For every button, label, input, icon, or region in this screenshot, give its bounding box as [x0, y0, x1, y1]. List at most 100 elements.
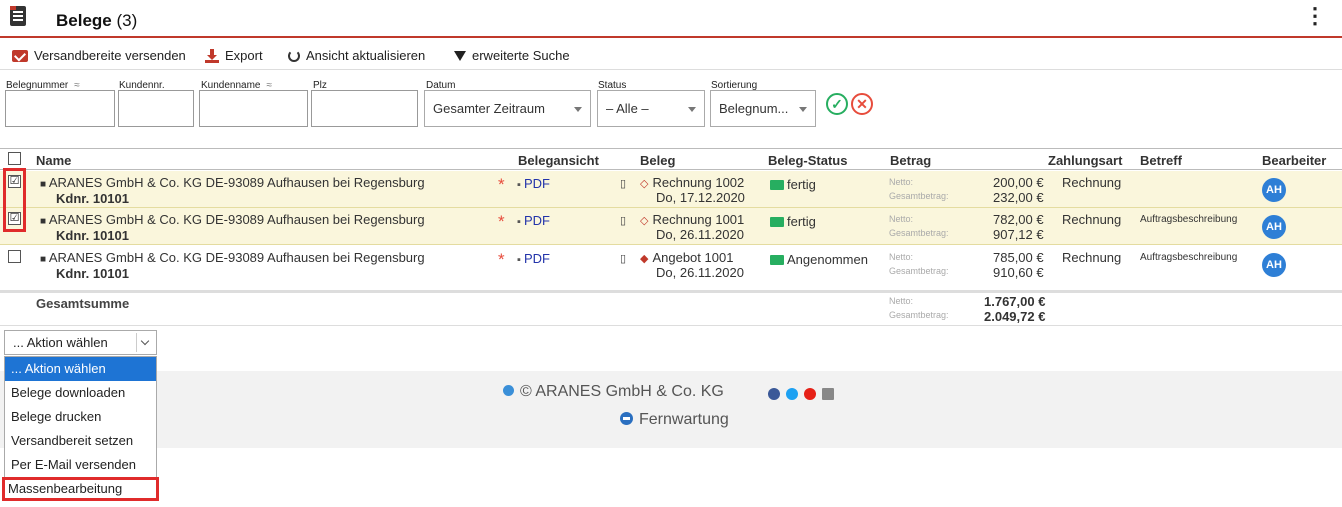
netto-label: Netto:	[889, 177, 914, 187]
belegnummer-input[interactable]	[5, 90, 115, 127]
beleg-link[interactable]: ◇ Rechnung 1002	[640, 175, 744, 190]
beleg-date: Do, 26.11.2020	[656, 265, 744, 280]
facebook-icon[interactable]	[768, 388, 780, 400]
twitter-icon[interactable]	[786, 388, 798, 400]
col-betreff[interactable]: Betreff	[1140, 153, 1182, 168]
status-select[interactable]: – Alle –	[597, 90, 705, 127]
pdf-link[interactable]: PDF	[517, 213, 550, 228]
gesamt-value: 910,60 €	[993, 265, 1044, 280]
sort-select[interactable]: Belegnum...	[710, 90, 816, 127]
footer: © ARANES GmbH & Co. KG Fernwartung	[0, 371, 1342, 448]
payment-type: Rechnung	[1062, 175, 1122, 190]
filter-bar: Belegnummer ≈ Kundennr. Kundenname ≈ Plz D…	[0, 76, 1342, 140]
envelope-icon	[12, 49, 28, 62]
folder-icon	[770, 255, 784, 265]
book-icon[interactable]: ▯	[620, 177, 626, 190]
avatar[interactable]: AH	[1262, 215, 1286, 239]
gesamt-label: Gesamtbetrag:	[889, 266, 949, 276]
total-row: Gesamtsumme Netto: Gesamtbetrag: 1.767,0…	[0, 290, 1342, 326]
copyright: © ARANES GmbH & Co. KG	[503, 383, 724, 401]
action-menu: ... Aktion wählen Belege downloaden Bele…	[2, 356, 159, 501]
customer-name[interactable]: ARANES GmbH & Co. KG DE-93089 Aufhausen …	[40, 175, 425, 190]
datum-select[interactable]: Gesamter Zeitraum	[424, 90, 591, 127]
document-icon	[10, 6, 26, 26]
reset-filter-icon[interactable]: ✕	[851, 93, 873, 115]
gesamt-value: 232,00 €	[993, 190, 1044, 205]
avatar[interactable]: AH	[1262, 178, 1286, 202]
status-value: Angenommen	[770, 252, 880, 268]
folder-icon	[770, 180, 784, 190]
folder-icon	[770, 217, 784, 227]
kundennr-input[interactable]	[118, 90, 194, 127]
download-icon	[205, 48, 219, 63]
subject: Auftragsbeschreibung	[1140, 252, 1238, 263]
advanced-search-button[interactable]: erweiterte Suche	[454, 48, 570, 63]
youtube-icon[interactable]	[804, 388, 816, 400]
plz-input[interactable]	[311, 90, 418, 127]
col-zahlungsart[interactable]: Zahlungsart	[1048, 153, 1122, 168]
page-title: Belege (3)	[56, 11, 138, 30]
export-button[interactable]: Export	[205, 48, 263, 63]
gesamt-label: Gesamtbetrag:	[889, 310, 949, 320]
send-ready-button[interactable]: Versandbereite versenden	[12, 48, 186, 63]
gesamt-label: Gesamtbetrag:	[889, 191, 949, 201]
star-icon[interactable]: *	[498, 250, 505, 270]
select-all-checkbox[interactable]	[8, 152, 21, 165]
customer-name[interactable]: ARANES GmbH & Co. KG DE-93089 Aufhausen …	[40, 212, 425, 227]
menu-item-download[interactable]: Belege downloaden	[5, 381, 156, 405]
payment-type: Rechnung	[1062, 250, 1122, 265]
col-bearbeiter[interactable]: Bearbeiter	[1262, 153, 1326, 168]
menu-item-ready[interactable]: Versandbereit setzen	[5, 429, 156, 453]
beleg-link[interactable]: ◆ Angebot 1001	[640, 250, 733, 265]
col-belegansicht[interactable]: Belegansicht	[518, 153, 599, 168]
netto-value: 785,00 €	[993, 250, 1044, 265]
customer-name[interactable]: ARANES GmbH & Co. KG DE-93089 Aufhausen …	[40, 250, 425, 265]
filter-icon	[454, 50, 466, 61]
more-options-icon[interactable]: ⋮	[1304, 5, 1326, 27]
payment-type: Rechnung	[1062, 212, 1122, 227]
table-row[interactable]: ARANES GmbH & Co. KG DE-93089 Aufhausen …	[0, 246, 1342, 283]
page-header: Belege (3) ⋮	[0, 0, 1342, 38]
status-value: fertig	[770, 214, 880, 230]
menu-item-choose[interactable]: ... Aktion wählen	[5, 357, 156, 381]
star-icon[interactable]: *	[498, 175, 505, 195]
selection-highlight-box	[3, 168, 26, 232]
total-netto: 1.767,00 €	[984, 294, 1046, 309]
col-betrag[interactable]: Betrag	[890, 153, 931, 168]
customer-number: Kdnr. 10101	[56, 266, 129, 281]
star-icon[interactable]: *	[498, 212, 505, 232]
beleg-link[interactable]: ◇ Rechnung 1001	[640, 212, 744, 227]
beleg-date: Do, 17.12.2020	[656, 190, 745, 205]
menu-item-email[interactable]: Per E-Mail versenden	[5, 453, 156, 477]
netto-value: 782,00 €	[993, 212, 1044, 227]
tag-icon: ◇	[640, 215, 649, 227]
table-row[interactable]: ☑ ARANES GmbH & Co. KG DE-93089 Aufhause…	[0, 208, 1342, 245]
rss-icon[interactable]	[822, 388, 834, 400]
netto-label: Netto:	[889, 214, 914, 224]
remote-icon	[620, 412, 633, 425]
remote-support-link[interactable]: Fernwartung	[620, 411, 729, 429]
apply-filter-icon[interactable]: ✓	[826, 93, 848, 115]
action-select[interactable]: ... Aktion wählen	[4, 330, 157, 355]
tag-icon: ◇	[640, 178, 649, 190]
book-icon[interactable]: ▯	[620, 252, 626, 265]
beleg-date: Do, 26.11.2020	[656, 227, 744, 242]
netto-value: 200,00 €	[993, 175, 1044, 190]
book-icon[interactable]: ▯	[620, 214, 626, 227]
menu-item-bulk-edit[interactable]: Massenbearbeitung	[2, 477, 159, 501]
refresh-button[interactable]: Ansicht aktualisieren	[288, 48, 425, 63]
table-row[interactable]: ☑ ARANES GmbH & Co. KG DE-93089 Aufhause…	[0, 171, 1342, 208]
pdf-link[interactable]: PDF	[517, 176, 550, 191]
avatar[interactable]: AH	[1262, 253, 1286, 277]
row-checkbox[interactable]	[8, 250, 21, 263]
status-value: fertig	[770, 177, 880, 193]
col-status[interactable]: Beleg-Status	[768, 153, 847, 168]
table-header: Name Belegansicht Beleg Beleg-Status Bet…	[0, 148, 1342, 170]
chevron-down-icon	[136, 333, 154, 352]
col-name[interactable]: Name	[36, 153, 71, 168]
menu-item-print[interactable]: Belege drucken	[5, 405, 156, 429]
tag-icon: ◆	[640, 253, 649, 265]
col-beleg[interactable]: Beleg	[640, 153, 675, 168]
kundenname-input[interactable]	[199, 90, 308, 127]
pdf-link[interactable]: PDF	[517, 251, 550, 266]
